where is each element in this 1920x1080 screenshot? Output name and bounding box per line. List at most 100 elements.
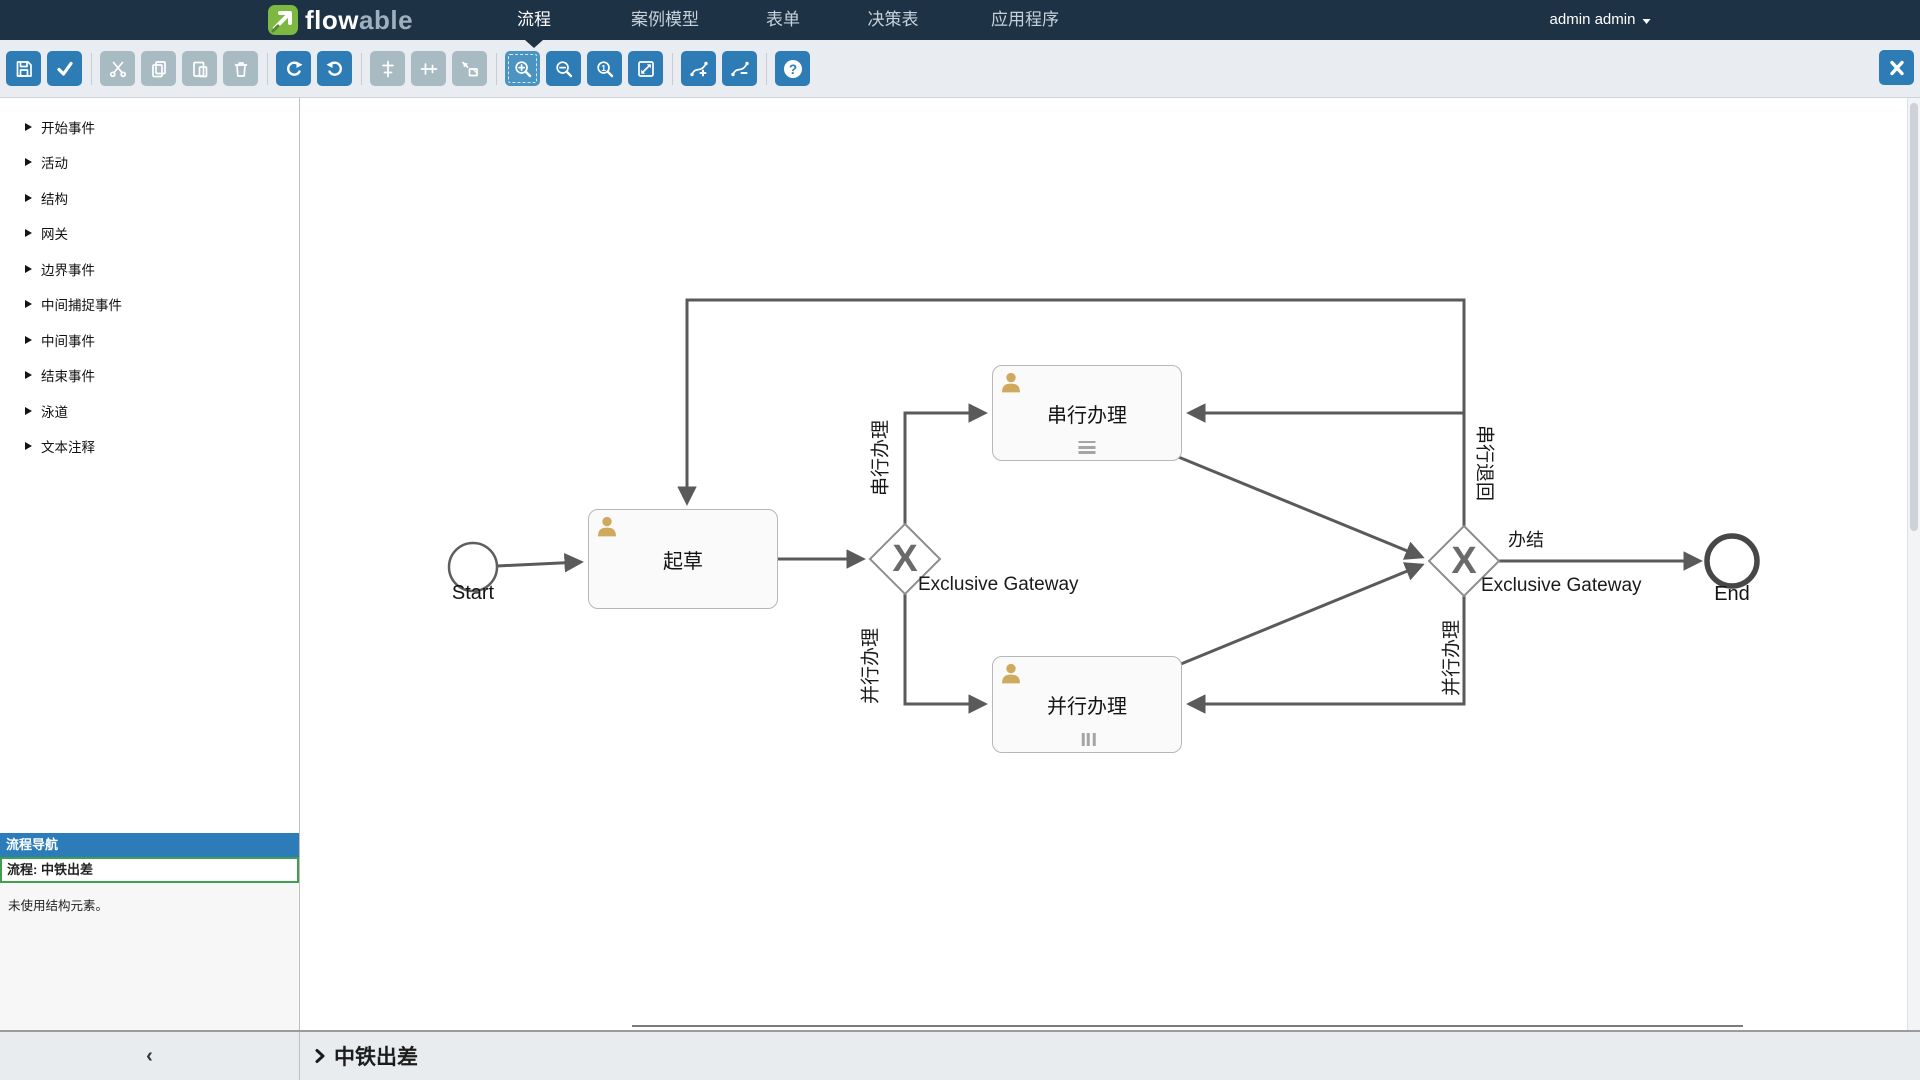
palette-group-text-annotation[interactable]: 文本注释 [0, 429, 299, 465]
palette-group-boundary-events[interactable]: 边界事件 [0, 251, 299, 287]
chevron-right-icon [25, 194, 32, 202]
help-icon: ? [782, 58, 804, 80]
chevron-right-icon [25, 265, 32, 273]
edge-gateway1-to-serial[interactable] [905, 413, 985, 524]
task-label: 起草 [589, 510, 777, 608]
gateway2-label: Exclusive Gateway [1481, 575, 1642, 597]
task-serial[interactable]: 串行办理 [992, 365, 1182, 461]
edge-parallel-to-gateway2[interactable] [1176, 565, 1422, 666]
palette-group-label: 中间捕捉事件 [41, 294, 122, 314]
toolbar-separator [672, 53, 673, 85]
svg-text:1: 1 [601, 62, 606, 72]
zoom-in-button[interactable] [505, 51, 540, 86]
task-draft[interactable]: 起草 [588, 509, 778, 609]
toolbar-separator [766, 53, 767, 85]
diagram-shapes-layer [300, 98, 1920, 1030]
edge-serial-to-gateway2[interactable] [1176, 456, 1422, 557]
canvas-vertical-scrollbar [1907, 98, 1920, 1030]
footer-process-title-area: 中铁出差 [301, 1032, 1920, 1080]
redo-button[interactable] [276, 51, 311, 86]
nav-tab-process[interactable]: 流程 [517, 0, 551, 40]
zoom-out-icon [554, 59, 574, 79]
palette-group-intermediate-events[interactable]: 中间事件 [0, 322, 299, 358]
edge-gateway1-to-parallel[interactable] [905, 594, 985, 704]
task-parallel[interactable]: 并行办理 [992, 656, 1182, 753]
validate-button[interactable] [47, 51, 82, 86]
nav-tab-case-models[interactable]: 案例模型 [631, 0, 699, 40]
scrollbar-thumb[interactable] [1910, 103, 1918, 531]
bendpoint-add-icon [689, 59, 709, 79]
palette-group-structural[interactable]: 结构 [0, 180, 299, 216]
palette-groups: 开始事件 活动 结构 网关 边界事件 中间捕捉事件 中间事件 结束事件 泳道 文… [0, 98, 299, 464]
zoom-out-button[interactable] [546, 51, 581, 86]
flowable-logo[interactable]: flowable [268, 4, 413, 36]
parallel-multi-instance-icon [1079, 733, 1096, 746]
palette-group-end-events[interactable]: 结束事件 [0, 358, 299, 394]
svg-text:?: ? [788, 62, 796, 77]
palette-group-label: 结束事件 [41, 365, 95, 385]
add-bendpoint-button[interactable] [681, 51, 716, 86]
palette-group-swimlanes[interactable]: 泳道 [0, 393, 299, 429]
navigator-current-process[interactable]: 流程: 中铁出差 [0, 857, 299, 883]
zoom-fit-button[interactable] [628, 51, 663, 86]
help-button[interactable]: ? [775, 51, 810, 86]
navigator-empty-note: 未使用结构元素。 [0, 883, 299, 914]
nav-tab-apps[interactable]: 应用程序 [991, 0, 1059, 40]
collapse-sidebar-button[interactable]: ‹ [146, 1046, 153, 1066]
footer-chevron-icon[interactable] [314, 1047, 326, 1065]
delete-button[interactable] [223, 51, 258, 86]
chevron-right-icon [25, 300, 32, 308]
save-button[interactable] [6, 51, 41, 86]
diagram-canvas[interactable]: 起草 串行办理 并行办理 X X Start End Exclusive Gat… [300, 98, 1920, 1030]
palette-group-gateways[interactable]: 网关 [0, 216, 299, 252]
edge-label-to-serial: 串行办理 [866, 420, 893, 496]
copy-button[interactable] [141, 51, 176, 86]
user-menu-label: admin admin [1550, 11, 1636, 28]
redo-arrow-icon [284, 59, 304, 79]
close-editor-button[interactable] [1879, 50, 1914, 85]
chevron-right-icon [25, 442, 32, 450]
align-vertical-icon [378, 59, 398, 79]
trash-icon [231, 59, 251, 79]
chevron-right-icon [25, 371, 32, 379]
footer-bar: ‹ 中铁出差 [0, 1030, 1920, 1080]
palette-group-label: 泳道 [41, 401, 68, 421]
zoom-actual-button[interactable]: 1 [587, 51, 622, 86]
edge-gateway2-return-to-parallel[interactable] [1189, 596, 1464, 704]
chevron-right-icon [25, 229, 32, 237]
paste-button[interactable] [182, 51, 217, 86]
nav-tab-decision-tables[interactable]: 决策表 [868, 0, 919, 40]
edge-label-to-parallel: 并行办理 [856, 628, 883, 704]
palette-group-start-events[interactable]: 开始事件 [0, 109, 299, 145]
brand-able: able [359, 5, 413, 35]
navigator-header: 流程导航 [0, 833, 299, 857]
editor-toolbar: 1 ? [0, 40, 1920, 98]
align-vertical-button[interactable] [370, 51, 405, 86]
zoom-actual-icon: 1 [595, 59, 615, 79]
check-icon [55, 59, 75, 79]
end-event-node[interactable] [1707, 536, 1757, 586]
same-size-button[interactable] [452, 51, 487, 86]
remove-bendpoint-button[interactable] [722, 51, 757, 86]
edge-label-serial-return: 串行退回 [1473, 425, 1500, 501]
paste-icon [190, 59, 210, 79]
copy-icon [149, 59, 169, 79]
footer-process-title: 中铁出差 [334, 1041, 418, 1071]
toolbar-separator [91, 53, 92, 85]
edge-start-to-draft[interactable] [497, 562, 581, 566]
user-menu[interactable]: admin admin [1550, 0, 1651, 40]
palette-group-intermediate-catching-events[interactable]: 中间捕捉事件 [0, 287, 299, 323]
align-horizontal-button[interactable] [411, 51, 446, 86]
gateway2-x-symbol[interactable]: X [1444, 538, 1484, 584]
brand-flow: flow [305, 5, 359, 35]
cut-button[interactable] [100, 51, 135, 86]
floppy-icon [14, 59, 34, 79]
zoom-fit-icon [636, 59, 656, 79]
palette-group-activities[interactable]: 活动 [0, 145, 299, 181]
edge-label-parallel-return: 并行办理 [1437, 620, 1464, 696]
nav-tab-forms[interactable]: 表单 [766, 0, 800, 40]
edge-label-finish: 办结 [1508, 526, 1544, 552]
same-size-icon [460, 59, 480, 79]
undo-button[interactable] [317, 51, 352, 86]
active-tab-notch [525, 40, 543, 48]
